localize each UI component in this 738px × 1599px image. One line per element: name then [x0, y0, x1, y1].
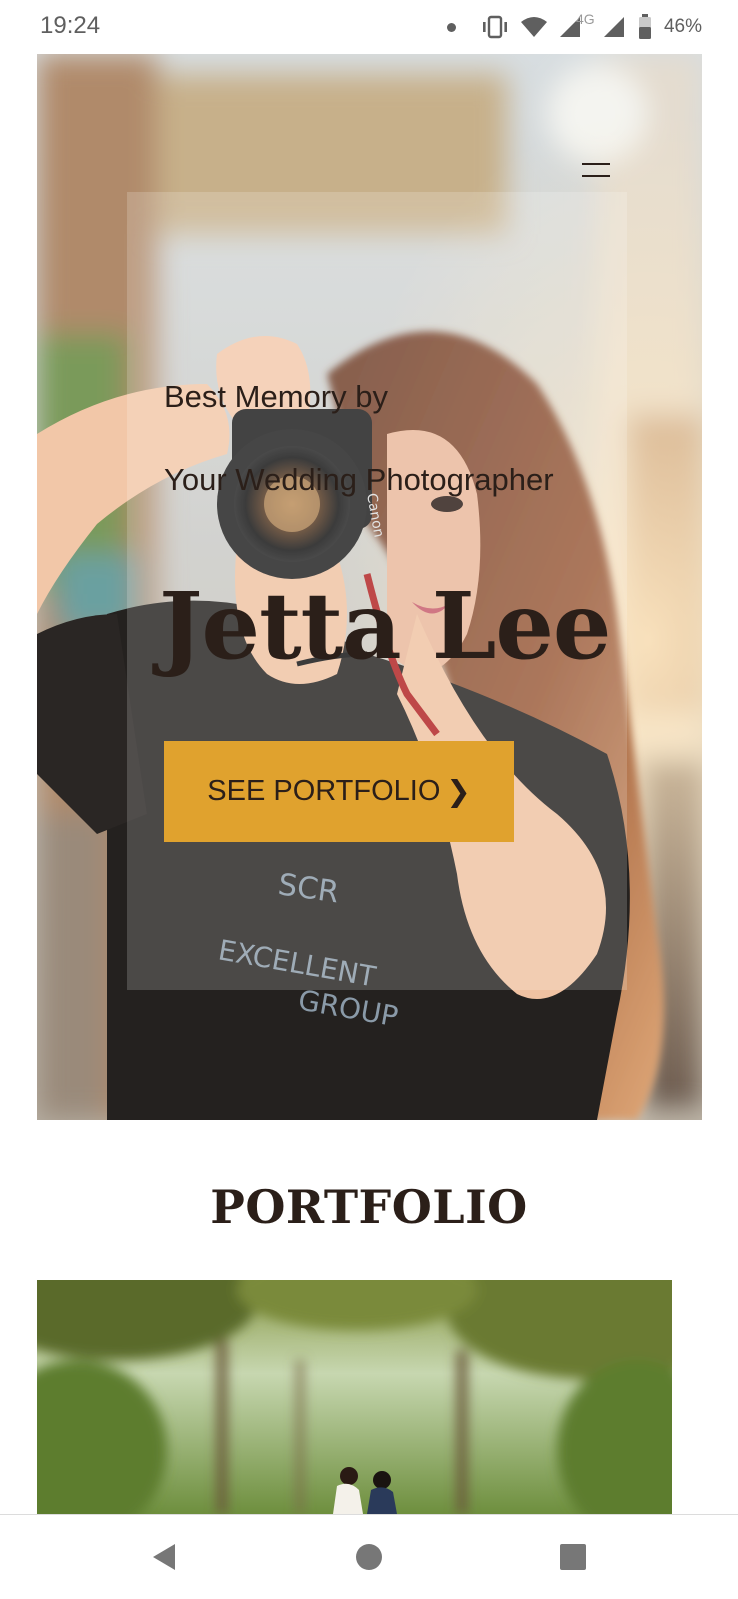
status-time: 19:24 [40, 12, 101, 39]
system-navigation-bar [0, 1514, 738, 1599]
battery-icon [638, 14, 652, 40]
portfolio-photo-image [37, 1280, 672, 1514]
portfolio-heading: PORTFOLIO [210, 1180, 528, 1234]
hero-section: SCR EXCELLENT GROUP Canon Best Memory by… [37, 54, 702, 1120]
home-circle-icon[interactable] [351, 1539, 387, 1575]
status-bar: 19:24 4G 46% [0, 0, 738, 54]
hero-photographer-name: Jetta Lee [159, 572, 611, 680]
chevron-right-icon: ❯ [446, 776, 471, 808]
signal-icon: 4G [558, 11, 595, 39]
signal-icon [602, 15, 628, 39]
status-icons: 4G 46% [446, 10, 702, 44]
battery-percentage: 46% [663, 16, 702, 37]
network-type-label: 4G [575, 11, 595, 27]
hamburger-menu-icon[interactable] [575, 154, 617, 184]
see-portfolio-label: SEE PORTFOLIO [207, 775, 441, 807]
see-portfolio-button[interactable]: SEE PORTFOLIO ❯ [164, 741, 514, 842]
hero-tagline-line2: Your Wedding Photographer [164, 462, 554, 497]
vibrate-icon [480, 15, 510, 39]
hero-tagline-line1: Best Memory by [164, 379, 388, 414]
recents-square-icon[interactable] [555, 1539, 591, 1575]
wifi-icon [520, 16, 548, 38]
back-triangle-icon[interactable] [146, 1539, 182, 1575]
notification-dot-icon [446, 22, 456, 32]
portfolio-photo[interactable] [37, 1280, 672, 1514]
